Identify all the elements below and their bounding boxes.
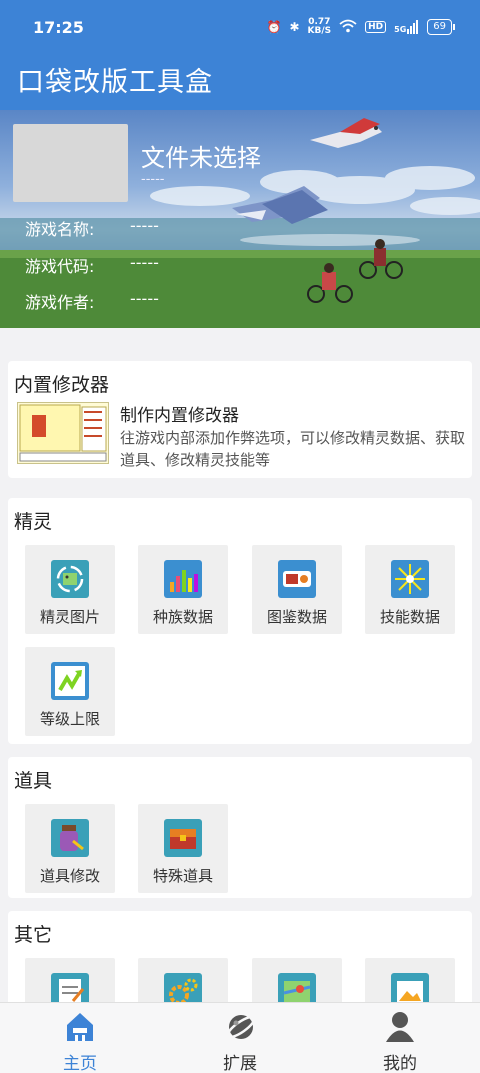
app-title: 口袋改版工具盒 bbox=[17, 67, 213, 98]
pokemon-image-icon bbox=[51, 560, 89, 598]
nav-label: 主页 bbox=[63, 1054, 97, 1073]
tile-item-edit[interactable]: 道具修改 bbox=[25, 804, 115, 893]
nav-label: 扩展 bbox=[223, 1054, 257, 1073]
battery-indicator: 69 bbox=[427, 19, 455, 35]
game-author-label: 游戏作者: bbox=[25, 293, 95, 312]
file-title: 文件未选择 bbox=[141, 144, 261, 172]
app-bar: 口袋改版工具盒 bbox=[0, 56, 480, 110]
tile-pokedex-data[interactable]: 图鉴数据 bbox=[252, 545, 342, 634]
game-author-value: ----- bbox=[130, 289, 159, 308]
wifi-icon bbox=[339, 19, 357, 36]
game-name-row: 游戏名称: ----- bbox=[25, 216, 159, 240]
pokedex-icon bbox=[278, 560, 316, 598]
user-icon bbox=[386, 1012, 414, 1042]
nav-home[interactable]: 主页 bbox=[20, 1009, 140, 1073]
tile-label: 精灵图片 bbox=[39, 608, 100, 626]
home-icon bbox=[67, 1013, 93, 1041]
hd-badge: HD bbox=[365, 21, 387, 33]
pokemon-section-card: 精灵 精灵图片 种族数据 图鉴数据 技能数据 等级上限 bbox=[8, 498, 472, 744]
builtin-modifier-card: 内置修改器 制作内置修改器 往游戏内部添加作弊选项，可以修改精灵数据、获取道具、… bbox=[8, 361, 472, 478]
feature-title: 制作内置修改器 bbox=[120, 406, 239, 426]
status-icons: ⏰ ✱ 0.77 KB/S HD 5G 69 bbox=[266, 17, 455, 36]
nav-label: 我的 bbox=[383, 1054, 417, 1073]
nav-extensions[interactable]: 扩展 bbox=[180, 1009, 300, 1073]
tile-label: 图鉴数据 bbox=[266, 608, 327, 626]
treasure-chest-icon bbox=[164, 819, 202, 857]
tile-label: 等级上限 bbox=[39, 710, 100, 728]
builtin-modifier-feature[interactable]: 制作内置修改器 往游戏内部添加作弊选项，可以修改精灵数据、获取道具、修改精灵技能… bbox=[8, 397, 472, 475]
tile-species-data[interactable]: 种族数据 bbox=[138, 545, 228, 634]
nav-profile[interactable]: 我的 bbox=[340, 1009, 460, 1073]
tile-pokemon-image[interactable]: 精灵图片 bbox=[25, 545, 115, 634]
game-code-row: 游戏代码: ----- bbox=[25, 253, 159, 277]
section-title: 其它 bbox=[14, 924, 53, 946]
game-code-label: 游戏代码: bbox=[25, 257, 95, 276]
rom-info-banner[interactable]: 文件未选择 ----- 游戏名称: ----- 游戏代码: ----- 游戏作者… bbox=[0, 110, 480, 328]
alarm-icon: ⏰ bbox=[266, 20, 282, 34]
section-title: 道具 bbox=[14, 770, 53, 792]
potion-icon bbox=[51, 819, 89, 857]
game-author-row: 游戏作者: ----- bbox=[25, 289, 159, 313]
modifier-preview-thumbnail bbox=[17, 402, 109, 464]
tile-special-items[interactable]: 特殊道具 bbox=[138, 804, 228, 893]
file-subtitle: ----- bbox=[141, 172, 165, 187]
section-title: 内置修改器 bbox=[14, 374, 110, 396]
bottom-navigation: 主页 扩展 我的 bbox=[0, 1002, 480, 1073]
items-section-card: 道具 道具修改 特殊道具 bbox=[8, 757, 472, 898]
section-title: 精灵 bbox=[14, 511, 53, 533]
signal-icon: 5G bbox=[394, 20, 419, 34]
planet-icon bbox=[226, 1015, 256, 1039]
game-name-label: 游戏名称: bbox=[25, 220, 95, 239]
feature-description: 往游戏内部添加作弊选项，可以修改精灵数据、获取道具、修改精灵技能等 bbox=[120, 429, 466, 469]
rom-cover-placeholder[interactable] bbox=[13, 124, 128, 202]
tile-label: 道具修改 bbox=[39, 867, 100, 885]
skill-burst-icon bbox=[391, 560, 429, 598]
game-code-value: ----- bbox=[130, 253, 159, 272]
status-bar: 17:25 ⏰ ✱ 0.77 KB/S HD 5G 69 bbox=[0, 0, 480, 56]
level-up-icon bbox=[51, 662, 89, 700]
tile-label: 特殊道具 bbox=[152, 867, 213, 885]
bar-chart-icon bbox=[164, 560, 202, 598]
net-speed: 0.77 KB/S bbox=[307, 17, 332, 36]
tile-label: 技能数据 bbox=[379, 608, 440, 626]
game-name-value: ----- bbox=[130, 216, 159, 235]
status-time: 17:25 bbox=[33, 18, 84, 37]
bluetooth-icon: ✱ bbox=[289, 20, 300, 34]
tile-label: 种族数据 bbox=[152, 608, 213, 626]
tile-skill-data[interactable]: 技能数据 bbox=[365, 545, 455, 634]
tile-level-cap[interactable]: 等级上限 bbox=[25, 647, 115, 736]
